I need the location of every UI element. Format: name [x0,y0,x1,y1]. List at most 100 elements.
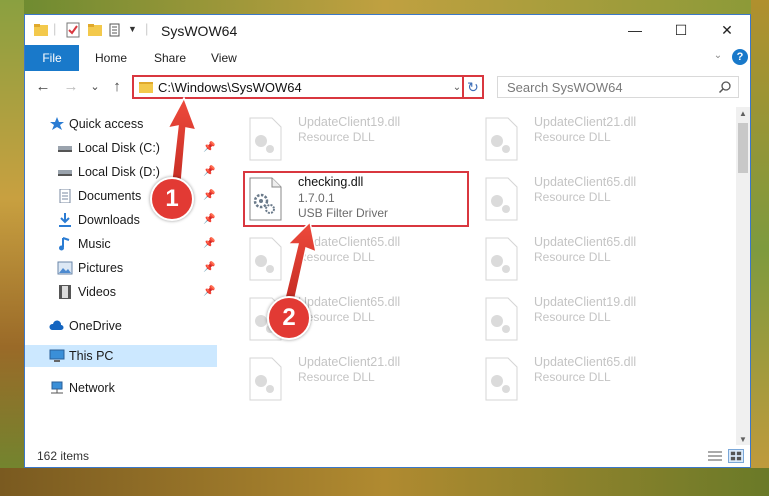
sidebar-item-label: Music [78,237,111,251]
qa-divider: | [53,21,57,36]
step-2-badge: 2 [267,296,311,340]
sidebar-item-network[interactable]: Network [25,377,217,399]
music-icon [59,237,70,251]
sidebar-item-label: Videos [78,285,116,299]
drive-icon [58,146,72,152]
navigation-bar: ← → ⌄ ↑ C:\Windows\SysWOW64 ⌄ ↻ Search S… [25,71,750,103]
expand-ribbon-icon[interactable]: ⌄ [711,49,725,63]
vertical-scrollbar[interactable]: ▲ ▼ [736,107,750,449]
sidebar-item-label: Pictures [78,261,124,275]
address-path[interactable]: C:\Windows\SysWOW64 [158,80,302,95]
scroll-thumb[interactable] [738,123,748,173]
file-name: UpdateClient65.dll [534,235,637,249]
details-view-icon[interactable] [707,449,723,463]
tab-view[interactable]: View [211,45,237,71]
pin-icon: 📌 [203,214,216,225]
sidebar-item-videos[interactable]: Videos 📌 [25,281,217,303]
close-button[interactable]: ✕ [704,15,750,45]
documents-icon [59,189,71,203]
file-name: UpdateClient21.dll [298,355,401,369]
file-name: UpdateClient19.dll [534,295,637,309]
maximize-button[interactable]: ☐ [658,15,704,45]
explorer-window: | ▼ | SysWOW64 — ☐ ✕ File Home Share Vie… [24,14,751,468]
step-1-badge: 1 [150,177,194,221]
ribbon-tabs: File Home Share View ⌄ ? [25,45,750,72]
scroll-up-icon[interactable]: ▲ [736,107,750,121]
file-type: Resource DLL [534,370,611,384]
up-button[interactable]: ↑ [109,78,125,96]
customize-toolbar-icon[interactable] [109,22,125,38]
dll-file-icon [485,357,518,401]
sidebar-item-label: Network [69,381,115,395]
tab-file[interactable]: File [25,45,79,71]
computer-icon [49,349,65,362]
title-divider: | [145,21,149,36]
pictures-icon [57,261,73,275]
properties-icon[interactable] [65,22,81,38]
new-folder-icon[interactable] [87,22,103,38]
file-item[interactable]: UpdateClient21.dll Resource DLL [248,355,468,409]
file-item[interactable]: UpdateClient21.dll Resource DLL [484,115,704,169]
title-bar: | ▼ | SysWOW64 — ☐ ✕ [25,15,750,45]
drive-icon [58,170,72,176]
sidebar-item-music[interactable]: Music 📌 [25,233,217,255]
search-icon[interactable] [718,80,732,94]
file-name: UpdateClient19.dll [298,115,401,129]
file-type: Resource DLL [534,250,611,264]
forward-button[interactable]: → [63,78,79,96]
cloud-icon [49,320,64,330]
dll-file-icon [485,297,518,341]
dll-file-icon [485,237,518,281]
tab-home[interactable]: Home [95,45,127,71]
recent-locations-button[interactable]: ⌄ [87,78,103,96]
file-name: UpdateClient21.dll [534,115,637,129]
sidebar-item-this-pc[interactable]: This PC [25,345,217,367]
file-type: Resource DLL [534,130,611,144]
large-icons-view-icon[interactable] [728,449,744,463]
file-item[interactable]: UpdateClient65.dll Resource DLL [484,175,704,229]
network-icon [51,381,63,394]
file-type: Resource DLL [534,190,611,204]
refresh-button[interactable]: ↻ [462,75,484,99]
minimize-button[interactable]: — [612,15,658,45]
file-item[interactable]: UpdateClient19.dll Resource DLL [484,295,704,349]
sidebar-item-label: Local Disk (C:) [78,141,160,155]
star-icon [50,117,64,130]
dll-file-icon [249,357,282,401]
dll-file-icon [485,117,518,161]
videos-icon [59,285,71,299]
file-type: Resource DLL [298,370,375,384]
pin-icon: 📌 [203,238,216,249]
sidebar-item-label: Quick access [69,117,144,131]
file-item[interactable]: UpdateClient65.dll Resource DLL [484,235,704,289]
dll-file-icon [485,177,518,221]
file-name: UpdateClient65.dll [534,355,637,369]
file-type: Resource DLL [534,310,611,324]
item-count: 162 items [37,449,90,463]
file-item[interactable]: UpdateClient19.dll Resource DLL [248,115,468,169]
pin-icon: 📌 [203,286,216,297]
sidebar-item-pictures[interactable]: Pictures 📌 [25,257,217,279]
dll-file-icon [249,117,282,161]
sidebar-item-label: This PC [69,349,114,363]
status-bar: 162 items [25,445,750,467]
sidebar-item-onedrive[interactable]: OneDrive [25,315,217,337]
sidebar-item-label: OneDrive [69,319,122,333]
search-input[interactable]: Search SysWOW64 [507,80,623,95]
tab-share[interactable]: Share [154,45,186,71]
sidebar-item-label: Local Disk (D:) [78,165,160,179]
pin-icon: 📌 [203,262,216,273]
file-name: UpdateClient65.dll [534,175,637,189]
file-type: Resource DLL [298,130,375,144]
file-item[interactable]: UpdateClient65.dll Resource DLL [484,355,704,409]
back-button[interactable]: ← [35,78,51,96]
window-title: SysWOW64 [161,23,238,39]
search-box[interactable]: Search SysWOW64 [497,76,739,98]
qa-dropdown-icon[interactable]: ▼ [128,24,137,34]
help-icon[interactable]: ? [732,49,748,65]
downloads-icon [59,213,71,227]
highlight-box [243,171,469,227]
folder-icon [139,82,153,93]
folder-icon [34,24,48,36]
sidebar-item-label: Documents [78,189,142,203]
